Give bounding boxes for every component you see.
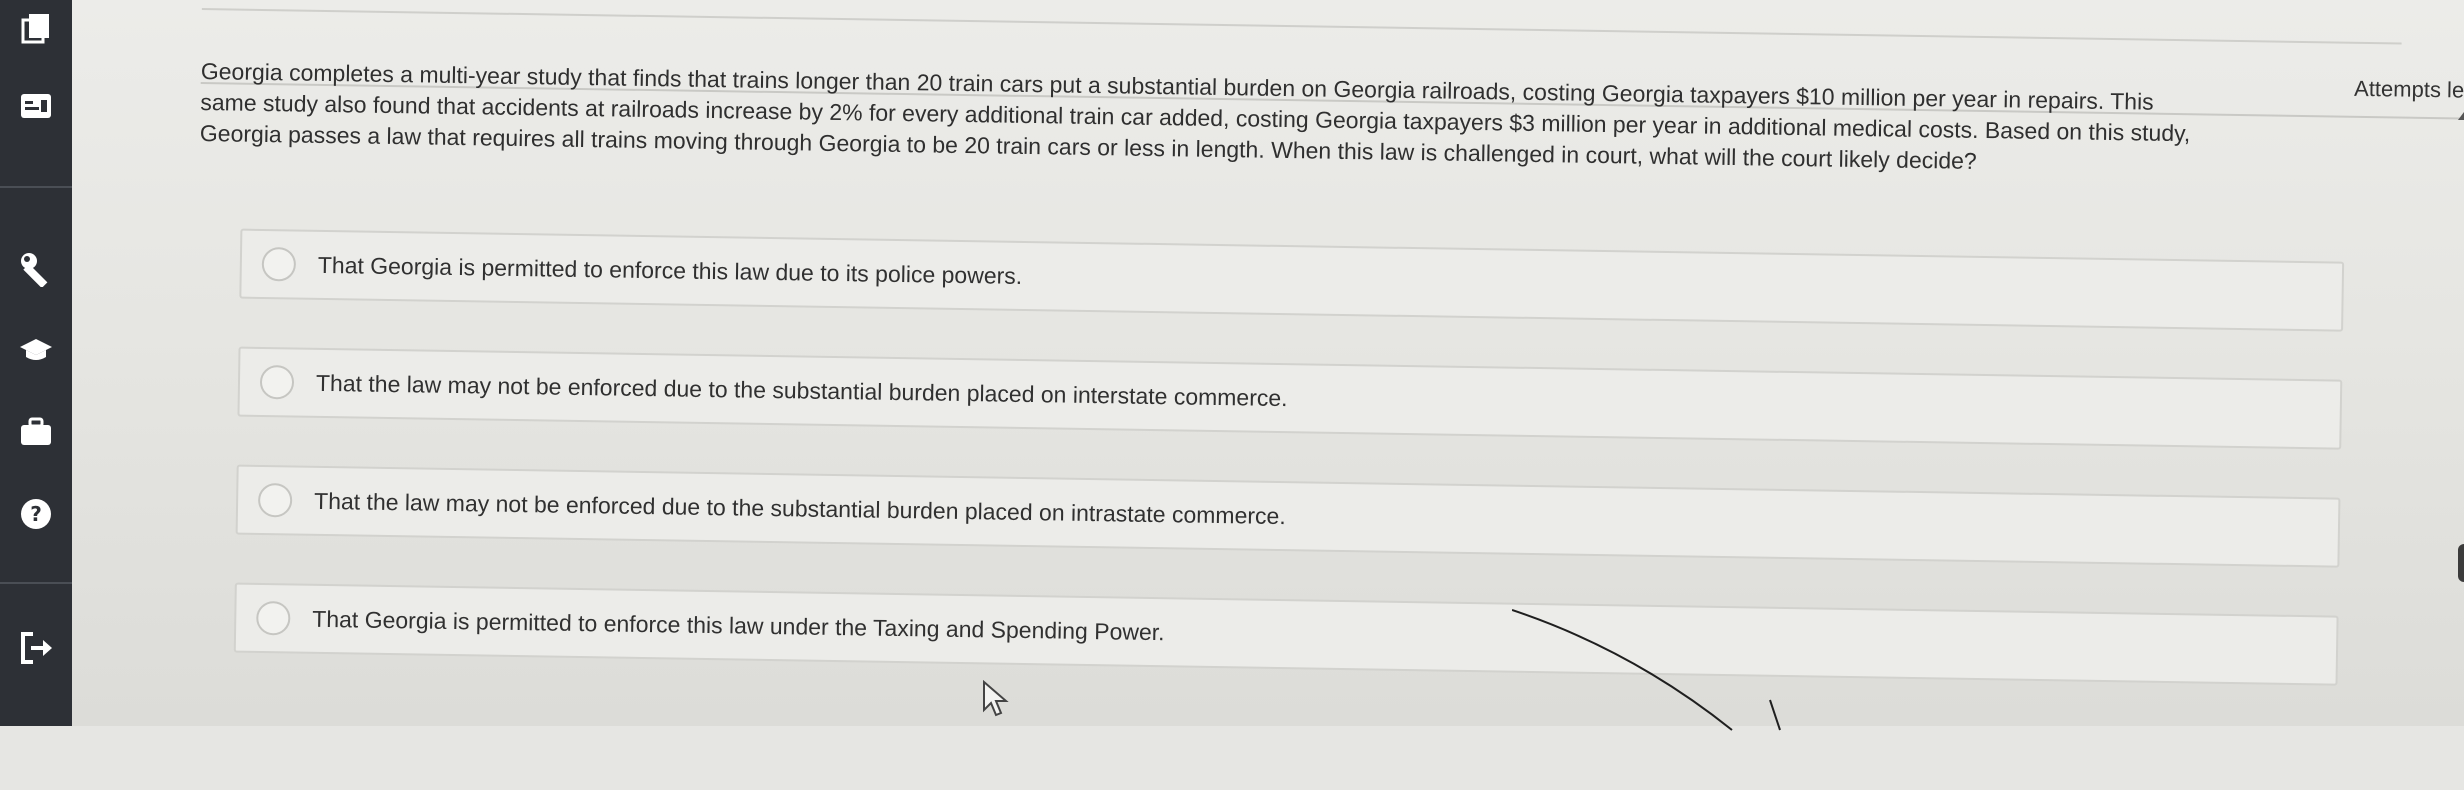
- radio-button[interactable]: [259, 364, 295, 400]
- answer-label: That Georgia is permitted to enforce thi…: [312, 605, 1165, 645]
- help-icon[interactable]: ?: [0, 486, 72, 542]
- answer-option-2[interactable]: That the law may not be enforced due to …: [237, 346, 2343, 450]
- answer-option-3[interactable]: That the law may not be enforced due to …: [235, 464, 2341, 568]
- question-area: Attempts left: 2 Georgia completes a mul…: [191, 0, 2464, 762]
- sidebar-divider: [0, 186, 72, 188]
- sidebar-divider: [0, 582, 72, 584]
- graduation-cap-icon[interactable]: [0, 322, 72, 378]
- top-divider: [201, 7, 2402, 45]
- radio-button[interactable]: [257, 482, 293, 518]
- answer-label: That Georgia is permitted to enforce thi…: [317, 251, 1023, 289]
- logout-icon[interactable]: [0, 620, 72, 676]
- answer-option-4[interactable]: That Georgia is permitted to enforce thi…: [233, 582, 2339, 686]
- radio-button[interactable]: [256, 600, 291, 636]
- scroll-up-arrow-icon[interactable]: [2458, 108, 2464, 120]
- radio-button[interactable]: [261, 246, 297, 282]
- svg-text:?: ?: [30, 502, 42, 526]
- quiz-panel: Attempts left: 2 Georgia completes a mul…: [72, 0, 2464, 731]
- scrollbar-thumb[interactable]: [2458, 544, 2464, 582]
- question-text: Georgia completes a multi-year study tha…: [200, 56, 2421, 184]
- mouse-cursor-icon: [983, 680, 1009, 717]
- briefcase-icon[interactable]: [0, 404, 72, 460]
- answer-label: That the law may not be enforced due to …: [313, 487, 1286, 529]
- tools-icon[interactable]: [0, 240, 72, 296]
- library-icon[interactable]: [0, 0, 72, 56]
- sidebar: ?: [0, 0, 72, 726]
- answer-option-1[interactable]: That Georgia is permitted to enforce thi…: [239, 228, 2345, 332]
- answer-label: That the law may not be enforced due to …: [315, 369, 1288, 411]
- gradebook-icon[interactable]: [0, 78, 72, 134]
